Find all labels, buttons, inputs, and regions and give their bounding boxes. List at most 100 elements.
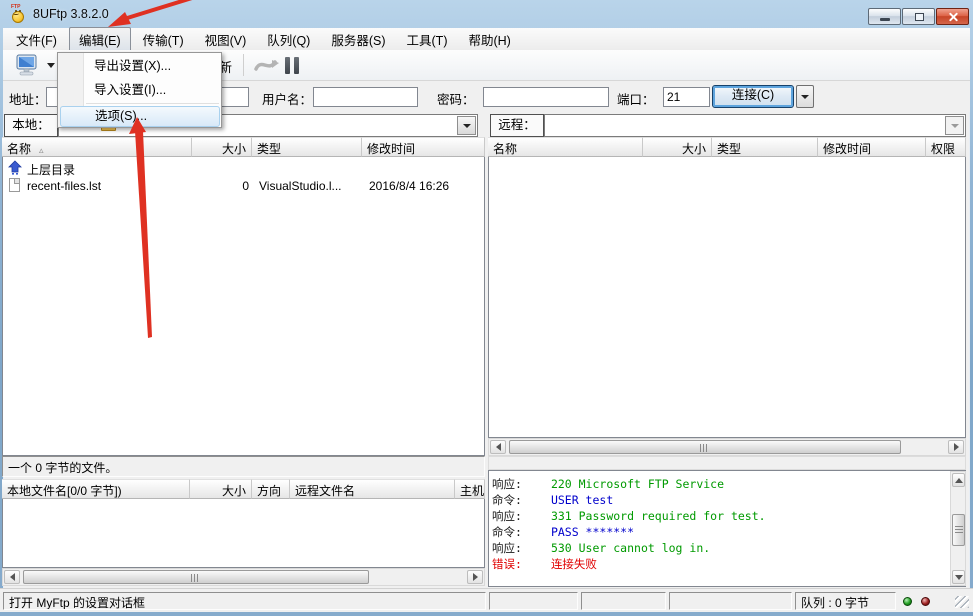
parent-directory-icon [8,160,23,175]
local-file-list[interactable]: 上层目录 recent-files.lst 0 VisualStudio.l..… [2,157,485,456]
resize-grip[interactable] [955,596,969,608]
restore-icon [915,13,924,21]
arrow-left-icon [496,443,501,451]
log-text: 331 Password required for test. [551,509,766,523]
arrow-right-icon [473,573,478,581]
scrollbar-thumb[interactable] [952,514,965,546]
queue-hscrollbar[interactable] [2,568,485,586]
queue-col-direction[interactable]: 方向 [252,479,290,499]
remote-path-combobox[interactable] [544,114,966,137]
status-message: 打开 MyFtp 的设置对话框 [3,592,486,610]
log-entry: 响应: 331 Password required for test. [492,508,963,524]
remote-file-list[interactable] [488,157,966,438]
log-text: 530 User cannot log in. [551,541,710,555]
remote-hscrollbar[interactable] [488,438,966,456]
password-label: 密码： [437,89,475,108]
connect-dropdown-icon[interactable] [47,63,55,68]
menu-help[interactable]: 帮助(H) [459,28,519,51]
scroll-down-button[interactable] [952,570,965,584]
queue-col-size[interactable]: 大小 [190,479,252,499]
arrow-left-icon [10,573,15,581]
queue-col-localfile[interactable]: 本地文件名[0/0 字节]) [2,479,190,499]
menu-server[interactable]: 服务器(S) [322,28,394,51]
status-panel [669,592,792,610]
scroll-right-button[interactable] [467,570,483,584]
menu-bar: 文件(F) 编辑(E) 传输(T) 视图(V) 队列(Q) 服务器(S) 工具(… [3,28,970,50]
menu-file[interactable]: 文件(F) [7,28,66,51]
scroll-right-button[interactable] [948,440,964,454]
local-col-type[interactable]: 类型 [252,137,362,157]
file-size: 0 [153,179,249,193]
scroll-left-button[interactable] [490,440,506,454]
restore-button[interactable] [902,8,935,25]
scrollbar-thumb[interactable] [509,440,901,454]
queue-list[interactable] [2,499,485,568]
window-title: 8UFtp 3.8.2.0 [33,7,109,21]
remote-status-bar [488,456,966,470]
log-label: 命令: [492,492,544,508]
remote-col-permissions[interactable]: 权限 [926,137,966,157]
connect-computer-icon[interactable] [14,54,40,77]
app-ftp-smiley-icon: FTP [10,6,27,23]
menu-queue[interactable]: 队列(Q) [258,28,319,51]
username-label: 用户名： [262,89,312,108]
port-input[interactable] [663,87,710,107]
password-input[interactable] [483,87,609,107]
menu-transfer[interactable]: 传输(T) [134,28,193,51]
connect-button[interactable]: 连接(C) [712,85,794,108]
connect-options-button[interactable] [796,85,814,108]
pause-icon [285,57,290,74]
status-panel [489,592,578,610]
remote-col-type[interactable]: 类型 [712,137,818,157]
file-name: recent-files.lst [27,179,101,193]
address-label: 地址： [9,89,47,108]
port-label: 端口： [617,89,655,108]
chevron-down-icon [463,124,471,128]
title-bar[interactable]: FTP 8UFtp 3.8.2.0 [0,0,973,28]
queue-col-host[interactable]: 主机 [455,479,485,499]
menu-item-options[interactable]: 选项(S)... [60,106,220,127]
local-path-dropdown-button[interactable] [457,116,476,135]
status-panel [581,592,666,610]
menu-view[interactable]: 视图(V) [196,28,256,51]
log-label: 响应: [492,508,544,524]
menu-item-import-settings[interactable]: 导入设置(I)... [60,79,220,102]
log-label: 响应: [492,476,544,492]
log-vscrollbar[interactable] [950,471,966,586]
scrollbar-thumb[interactable] [23,570,369,584]
close-button[interactable] [936,8,969,25]
log-label: 错误: [492,556,544,572]
log-panel[interactable]: 响应: 220 Microsoft FTP Service 命令: USER t… [488,470,966,587]
remote-tab[interactable]: 远程： [490,114,544,137]
log-text: 220 Microsoft FTP Service [551,477,724,491]
scroll-left-button[interactable] [4,570,20,584]
local-tab[interactable]: 本地： [4,114,58,137]
menu-edit[interactable]: 编辑(E) [69,27,131,52]
remote-path-dropdown-button[interactable] [945,116,964,135]
local-col-modified[interactable]: 修改时间 [362,137,485,157]
chevron-down-icon [951,124,959,128]
sort-ascending-icon: ▵ [39,145,44,155]
menu-tools[interactable]: 工具(T) [398,28,457,51]
log-entry: 响应: 530 User cannot log in. [492,540,963,556]
remote-col-name[interactable]: 名称 [488,137,643,157]
local-col-size[interactable]: 大小 [192,137,252,157]
log-entry: 响应: 220 Microsoft FTP Service [492,476,963,492]
scroll-up-button[interactable] [952,473,965,487]
username-input[interactable] [313,87,418,107]
status-bar: 打开 MyFtp 的设置对话框 队列 : 0 字节 [0,588,973,612]
menu-item-export-settings[interactable]: 导出设置(X)... [60,55,220,78]
app-window: FTP 8UFtp 3.8.2.0 文件(F) 编辑(E) 传输(T) 视图(V… [0,0,973,616]
log-label: 响应: [492,540,544,556]
file-modified: 2016/8/4 16:26 [369,179,449,193]
arrow-up-icon [955,478,963,483]
toolbar-separator [243,54,244,76]
log-entry: 命令: PASS ******* [492,524,963,540]
remote-col-size[interactable]: 大小 [643,137,712,157]
queue-col-remotefile[interactable]: 远程文件名 [290,479,455,499]
remote-col-modified[interactable]: 修改时间 [818,137,926,157]
local-col-name[interactable]: 名称▵ [2,137,192,157]
edit-menu-popup: 导出设置(X)... 导入设置(I)... 选项(S)... [57,52,222,128]
transfer-icon[interactable] [252,54,280,77]
minimize-button[interactable] [868,8,901,25]
